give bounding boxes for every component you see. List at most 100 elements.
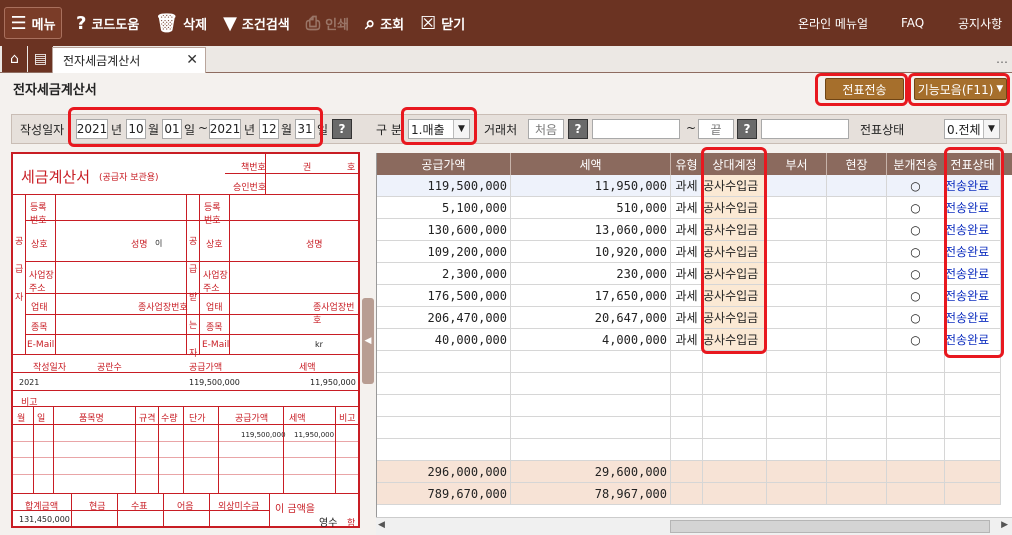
from-month-input[interactable]: 10: [126, 119, 146, 139]
scroll-right-icon[interactable]: ▶: [1001, 520, 1008, 530]
grid-cell[interactable]: [827, 285, 887, 307]
grid-cell[interactable]: ○: [887, 219, 945, 241]
grid-cell[interactable]: [703, 461, 767, 483]
grid-cell[interactable]: [887, 439, 945, 461]
grid-cell[interactable]: 전송완료: [945, 219, 1001, 241]
grid-cell[interactable]: ○: [887, 307, 945, 329]
grid-cell[interactable]: [945, 417, 1001, 439]
grid-cell[interactable]: [827, 483, 887, 505]
grid-cell[interactable]: [703, 417, 767, 439]
grid-cell[interactable]: [767, 219, 827, 241]
grid-cell[interactable]: [377, 395, 511, 417]
grid-cell[interactable]: [767, 351, 827, 373]
status-select[interactable]: 0.전체 ▼: [944, 119, 1000, 139]
grid-cell[interactable]: 공사수입금: [703, 263, 767, 285]
col-header[interactable]: 유형: [671, 153, 703, 175]
grid-cell[interactable]: 510,000: [511, 197, 671, 219]
grid-cell[interactable]: 전송완료: [945, 329, 1001, 351]
grid-cell[interactable]: [827, 351, 887, 373]
grid-cell[interactable]: 전송완료: [945, 285, 1001, 307]
grid-cell[interactable]: 5,100,000: [377, 197, 511, 219]
grid-cell[interactable]: 과세: [671, 175, 703, 197]
grid-cell[interactable]: [671, 417, 703, 439]
more-icon[interactable]: …: [996, 52, 1008, 66]
from-year-input[interactable]: 2021: [76, 119, 108, 139]
send-voucher-button[interactable]: 전표전송: [825, 78, 904, 100]
grid-cell[interactable]: [511, 373, 671, 395]
notice-link[interactable]: 공지사항: [958, 0, 1002, 46]
grid-cell[interactable]: [827, 439, 887, 461]
to-year-input[interactable]: 2021: [209, 119, 241, 139]
col-header[interactable]: 상대계정: [703, 153, 767, 175]
grid-cell[interactable]: [945, 483, 1001, 505]
grid-cell[interactable]: [703, 483, 767, 505]
grid-cell[interactable]: ○: [887, 241, 945, 263]
col-header[interactable]: 세액: [511, 153, 671, 175]
search-button[interactable]: ⌕ 조회: [357, 0, 412, 46]
grid-cell[interactable]: [827, 175, 887, 197]
grid-cell[interactable]: 20,647,000: [511, 307, 671, 329]
grid-cell[interactable]: [945, 439, 1001, 461]
grid-cell[interactable]: 공사수입금: [703, 307, 767, 329]
grid-cell[interactable]: [511, 395, 671, 417]
grid-cell[interactable]: ○: [887, 329, 945, 351]
grid-cell[interactable]: 과세: [671, 263, 703, 285]
code-help-button[interactable]: ? 코드도움: [68, 0, 147, 46]
grid-cell[interactable]: [887, 483, 945, 505]
grid-cell[interactable]: [767, 439, 827, 461]
grid-cell[interactable]: [703, 373, 767, 395]
grid-cell[interactable]: 29,600,000: [511, 461, 671, 483]
menu-button[interactable]: ☰ 메뉴: [4, 7, 62, 39]
grid-cell[interactable]: [671, 439, 703, 461]
grid-cell[interactable]: 과세: [671, 285, 703, 307]
grid-cell[interactable]: [827, 417, 887, 439]
grid-cell[interactable]: 공사수입금: [703, 197, 767, 219]
grid-cell[interactable]: [511, 351, 671, 373]
grid-cell[interactable]: 206,470,000: [377, 307, 511, 329]
grid-cell[interactable]: 109,200,000: [377, 241, 511, 263]
partner-to-input[interactable]: 끝: [698, 119, 734, 139]
grid-cell[interactable]: 공사수입금: [703, 175, 767, 197]
grid-cell[interactable]: [887, 417, 945, 439]
grid-cell[interactable]: [671, 373, 703, 395]
grid-cell[interactable]: [887, 373, 945, 395]
functions-button[interactable]: 기능모음(F11) ▼: [914, 78, 1007, 100]
col-header[interactable]: 전표상태: [945, 153, 1001, 175]
grid-cell[interactable]: 11,950,000: [511, 175, 671, 197]
grid-cell[interactable]: 78,967,000: [511, 483, 671, 505]
grid-cell[interactable]: [827, 197, 887, 219]
grid-cell[interactable]: [827, 395, 887, 417]
delete-button[interactable]: 🗑 삭제: [147, 0, 215, 46]
grid-cell[interactable]: 전송완료: [945, 175, 1001, 197]
grid-cell[interactable]: [671, 461, 703, 483]
grid-cell[interactable]: [703, 351, 767, 373]
grid-cell[interactable]: 과세: [671, 219, 703, 241]
col-header[interactable]: 공급가액: [377, 153, 511, 175]
close-tab-icon[interactable]: ✕: [186, 52, 198, 68]
grid-cell[interactable]: 과세: [671, 307, 703, 329]
grid-cell[interactable]: [703, 439, 767, 461]
grid-cell[interactable]: [767, 395, 827, 417]
partner-to-help-button[interactable]: ?: [737, 119, 757, 139]
partner-from-input[interactable]: 처음: [528, 119, 564, 139]
grid-cell[interactable]: [767, 307, 827, 329]
grid-cell[interactable]: ○: [887, 175, 945, 197]
grid-cell[interactable]: [377, 417, 511, 439]
online-manual-link[interactable]: 온라인 메뉴얼: [798, 0, 868, 46]
grid-cell[interactable]: [767, 483, 827, 505]
grid-cell[interactable]: [827, 307, 887, 329]
grid-cell[interactable]: 10,920,000: [511, 241, 671, 263]
grid-cell[interactable]: [703, 395, 767, 417]
grid-cell[interactable]: 전송완료: [945, 307, 1001, 329]
grid-cell[interactable]: [767, 461, 827, 483]
grid-cell[interactable]: [767, 329, 827, 351]
grid-cell[interactable]: [377, 439, 511, 461]
grid-cell[interactable]: [767, 241, 827, 263]
grid-cell[interactable]: [767, 285, 827, 307]
grid-cell[interactable]: 공사수입금: [703, 329, 767, 351]
grid-cell[interactable]: [767, 263, 827, 285]
grid-cell[interactable]: 공사수입금: [703, 219, 767, 241]
grid-cell[interactable]: [887, 351, 945, 373]
tab-e-tax-invoice[interactable]: 전자세금계산서 ✕: [52, 47, 206, 73]
to-month-input[interactable]: 12: [259, 119, 279, 139]
